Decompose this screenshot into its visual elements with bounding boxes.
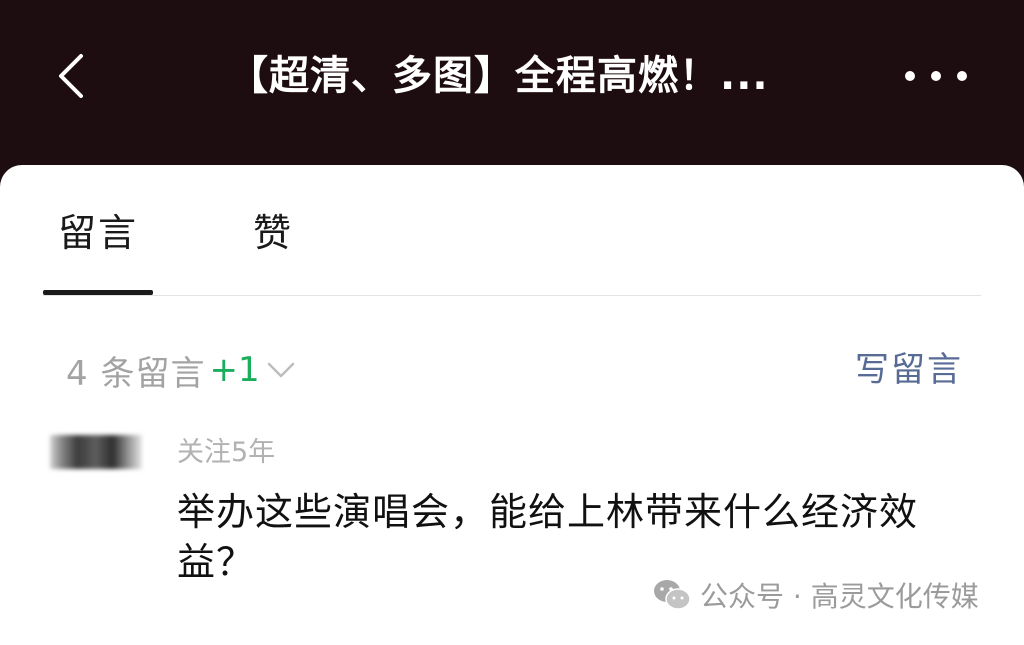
- write-comment-button[interactable]: 写留言: [855, 345, 963, 395]
- chevron-down-icon: [266, 360, 296, 380]
- chevron-left-icon: [59, 54, 83, 98]
- article-title: 【超清、多图】全程高燃！...: [228, 53, 769, 99]
- tab-comments[interactable]: 留言: [58, 205, 138, 261]
- watermark: 公众号 · 高灵文化传媒: [652, 575, 979, 615]
- back-button[interactable]: [50, 48, 90, 104]
- follow-duration: 关注5年: [177, 437, 276, 468]
- comments-panel: 留言 赞 4 条留言 +1 写留言 关注5年 举办这些演唱会，能给上林带来什么经…: [0, 165, 1024, 645]
- more-dot: [931, 71, 941, 81]
- more-dot: [957, 71, 967, 81]
- more-dot: [905, 71, 915, 81]
- comment-count: 4 条留言: [66, 353, 206, 394]
- watermark-text: 公众号 · 高灵文化传媒: [700, 580, 979, 613]
- comment-count-toggle[interactable]: 4 条留言 +1: [66, 345, 296, 395]
- avatar[interactable]: [50, 435, 142, 469]
- more-button[interactable]: [905, 56, 967, 96]
- top-nav-bar: 【超清、多图】全程高燃！...: [0, 0, 1024, 165]
- comment-text: 举办这些演唱会，能给上林带来什么经济效益？: [177, 490, 919, 584]
- wechat-icon: [652, 578, 692, 612]
- tab-divider: [43, 295, 981, 296]
- new-comment-delta: +1: [209, 350, 260, 390]
- tab-likes[interactable]: 赞: [253, 205, 293, 261]
